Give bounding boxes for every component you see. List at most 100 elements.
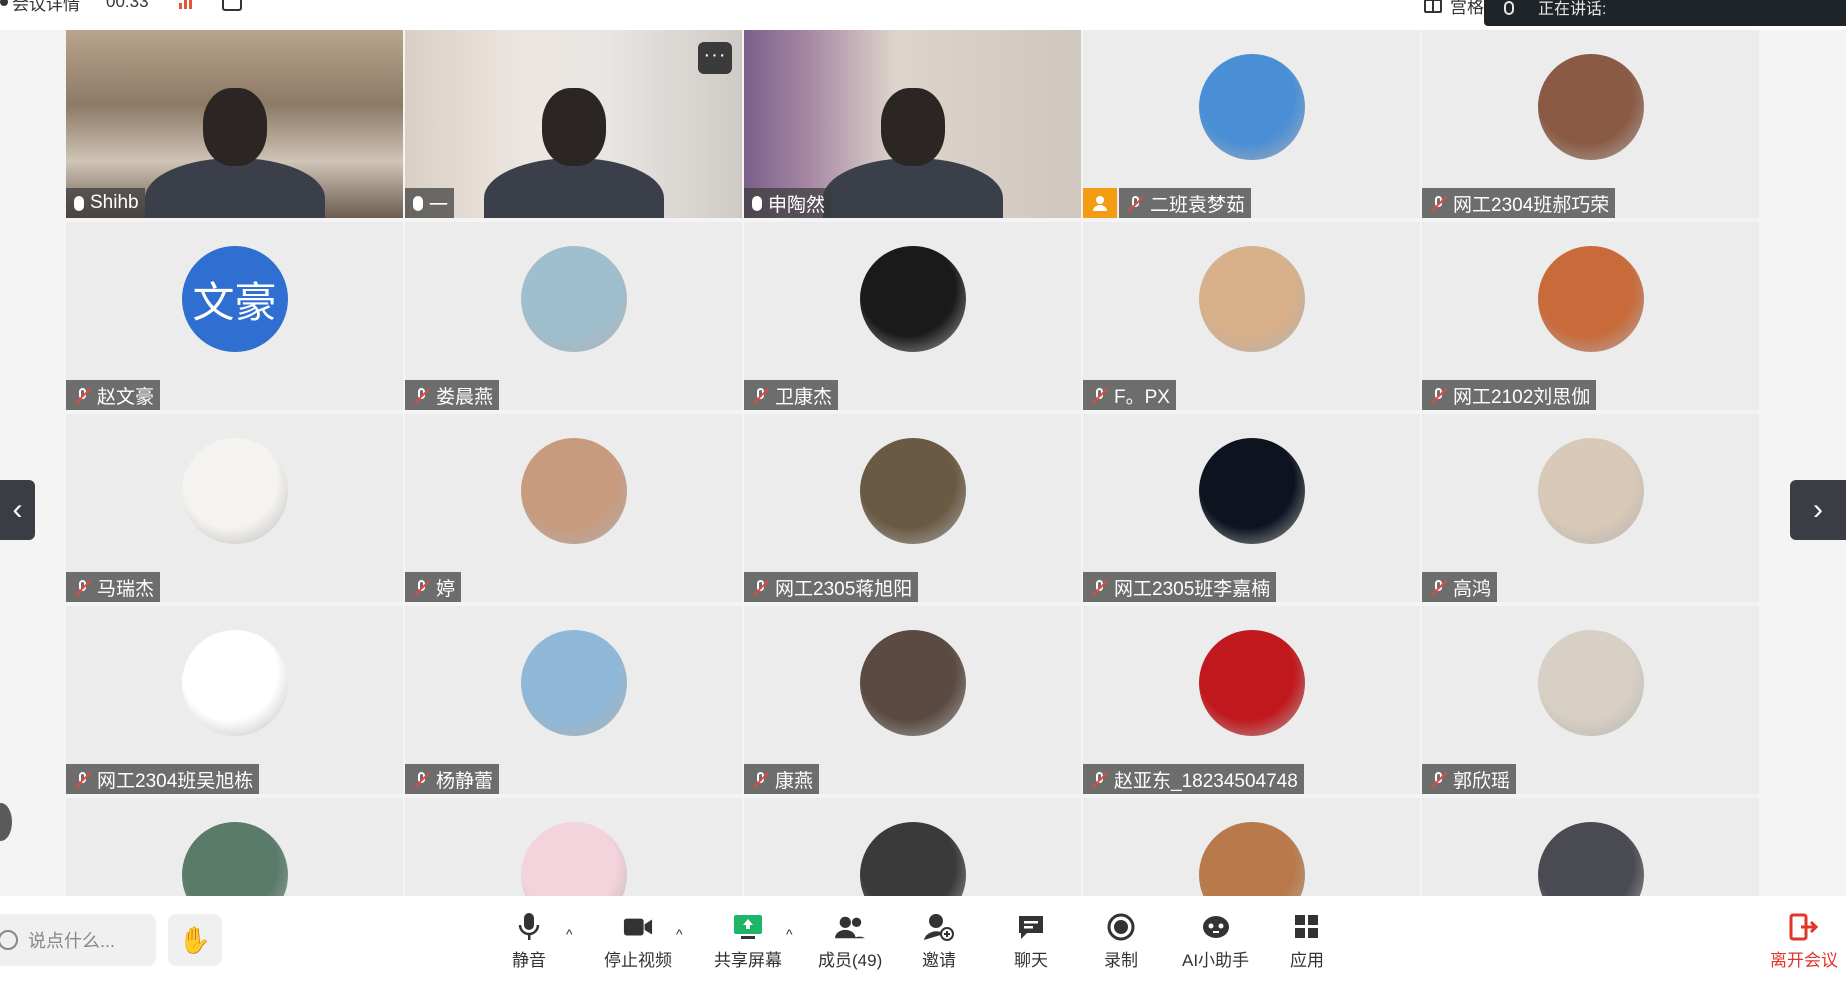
ai-assistant-button[interactable]: AI小助手 bbox=[1182, 912, 1249, 971]
participant-avatar bbox=[1198, 822, 1305, 898]
previous-page-button[interactable]: ‹ bbox=[0, 480, 35, 540]
participant-tile[interactable] bbox=[1083, 798, 1420, 898]
participant-tile[interactable]: 娄晨燕 bbox=[405, 222, 742, 410]
participant-avatar bbox=[859, 246, 966, 352]
floating-handle[interactable] bbox=[0, 803, 12, 841]
emoji-icon[interactable] bbox=[0, 930, 18, 950]
participant-tile[interactable]: 网工2304班吴旭栋 bbox=[66, 606, 403, 794]
view-switch-button[interactable]: 宫格 bbox=[1424, 0, 1484, 18]
microphone-muted-icon bbox=[74, 771, 91, 788]
microphone-muted-icon bbox=[752, 579, 769, 596]
participant-avatar bbox=[520, 630, 627, 736]
participant-name: 网工2102刘思伽 bbox=[1453, 386, 1591, 408]
share-screen-button[interactable]: 共享屏幕 bbox=[714, 912, 782, 971]
participant-name: 赵文豪 bbox=[97, 386, 155, 408]
participant-tile[interactable]: 网工2305班李嘉楠 bbox=[1083, 414, 1420, 602]
participant-name-tag: 赵文豪 bbox=[66, 380, 161, 410]
participant-tile[interactable]: 马瑞杰 bbox=[66, 414, 403, 602]
participant-name: F。PX bbox=[1114, 386, 1170, 408]
microphone-muted-icon bbox=[413, 771, 430, 788]
signal-icon[interactable] bbox=[178, 0, 192, 9]
apps-button[interactable]: 应用 bbox=[1290, 912, 1324, 971]
participant-avatar bbox=[1198, 630, 1305, 736]
share-screen-icon bbox=[733, 912, 763, 942]
microphone-icon bbox=[413, 195, 423, 211]
meeting-timer: 00:33 bbox=[106, 0, 149, 11]
microphone-muted-icon bbox=[1127, 195, 1144, 212]
leave-meeting-button[interactable]: 离开会议 bbox=[1770, 912, 1838, 971]
participant-avatar bbox=[181, 630, 288, 736]
participant-name: 一 bbox=[429, 194, 449, 216]
next-page-button[interactable]: › bbox=[1790, 480, 1846, 540]
participant-name-tag: 高鸿 bbox=[1422, 572, 1498, 602]
chat-quick-input[interactable]: 说点什么... bbox=[0, 914, 156, 966]
members-button[interactable]: 成员(49) bbox=[818, 912, 882, 971]
more-options-button[interactable]: ··· bbox=[698, 42, 732, 74]
person-silhouette bbox=[541, 88, 606, 166]
microphone-icon bbox=[752, 195, 762, 211]
video-options-caret[interactable]: ^ bbox=[676, 926, 683, 942]
participant-tile[interactable]: 卫康杰 bbox=[744, 222, 1081, 410]
participant-name: 康燕 bbox=[775, 770, 814, 792]
participant-tile[interactable]: 杨静蕾 bbox=[405, 606, 742, 794]
participant-tile[interactable] bbox=[66, 798, 403, 898]
participant-tile[interactable] bbox=[405, 798, 742, 898]
participant-name: 网工2305蒋旭阳 bbox=[775, 578, 913, 600]
chevron-left-icon: ‹ bbox=[12, 493, 23, 526]
participant-name-tag: 一 bbox=[405, 188, 455, 218]
participant-tile[interactable]: 高鸿 bbox=[1422, 414, 1759, 602]
camera-icon bbox=[623, 912, 653, 942]
participant-tile[interactable] bbox=[744, 798, 1081, 898]
meeting-info-label: 会议详情 bbox=[12, 0, 80, 14]
stop-video-button[interactable]: 停止视频 bbox=[604, 912, 672, 971]
invite-button[interactable]: 邀请 bbox=[922, 912, 956, 971]
participant-name-tag: 康燕 bbox=[744, 764, 820, 794]
participant-tile[interactable]: 网工2305蒋旭阳 bbox=[744, 414, 1081, 602]
participant-name-tag: 婷 bbox=[405, 572, 462, 602]
participant-tile[interactable]: 文豪 赵文豪 bbox=[66, 222, 403, 410]
microphone-icon bbox=[74, 195, 84, 211]
participant-tile[interactable] bbox=[1422, 798, 1759, 898]
share-options-caret[interactable]: ^ bbox=[786, 926, 793, 942]
participant-tile[interactable]: 申陶然 bbox=[744, 30, 1081, 218]
participant-tile[interactable]: 网工2304班郝巧荣 bbox=[1422, 30, 1759, 218]
raise-hand-button[interactable]: ✋ bbox=[168, 914, 222, 966]
mute-button[interactable]: 静音 bbox=[512, 912, 546, 971]
participant-tile[interactable]: 郭欣瑶 bbox=[1422, 606, 1759, 794]
participant-tile[interactable]: 网工2102刘思伽 bbox=[1422, 222, 1759, 410]
participant-name-tag: 马瑞杰 bbox=[66, 572, 161, 602]
record-button[interactable]: 录制 bbox=[1104, 912, 1138, 971]
participant-tile[interactable]: Shihb bbox=[66, 30, 403, 218]
participant-name: 高鸿 bbox=[1453, 578, 1492, 600]
meeting-info-bar: 会议详情 00:33 bbox=[0, 0, 242, 15]
participant-avatar bbox=[1198, 438, 1305, 544]
participant-tile[interactable]: 康燕 bbox=[744, 606, 1081, 794]
meeting-info-link[interactable]: 会议详情 bbox=[0, 0, 80, 15]
person-body bbox=[144, 158, 325, 218]
participant-name-tag: 卫康杰 bbox=[744, 380, 839, 410]
grid-view-icon bbox=[1424, 0, 1442, 13]
participant-avatar bbox=[1198, 246, 1305, 352]
participant-name-tag: 赵亚东_18234504748 bbox=[1083, 764, 1304, 794]
participant-name: 娄晨燕 bbox=[436, 386, 494, 408]
mute-options-caret[interactable]: ^ bbox=[566, 926, 573, 942]
participant-tile[interactable]: 赵亚东_18234504748 bbox=[1083, 606, 1420, 794]
participant-tile[interactable]: 二班袁梦茹 bbox=[1083, 30, 1420, 218]
stop-video-label: 停止视频 bbox=[604, 951, 672, 970]
members-label: 成员(49) bbox=[818, 951, 883, 970]
view-switch-label: 宫格 bbox=[1450, 0, 1484, 17]
participant-tile[interactable]: 婷 bbox=[405, 414, 742, 602]
chat-button[interactable]: 聊天 bbox=[1014, 912, 1048, 971]
participant-tile[interactable]: ··· 一 bbox=[405, 30, 742, 218]
share-link-icon[interactable] bbox=[221, 0, 242, 11]
participant-avatar bbox=[181, 438, 288, 544]
participant-tile[interactable]: F。PX bbox=[1083, 222, 1420, 410]
microphone-muted-icon bbox=[74, 387, 91, 404]
ai-robot-icon bbox=[1201, 912, 1231, 942]
microphone-muted-icon bbox=[752, 387, 769, 404]
participant-name: 卫康杰 bbox=[775, 386, 833, 408]
participant-name-tag: F。PX bbox=[1083, 380, 1176, 410]
participant-avatar bbox=[1537, 54, 1644, 160]
record-icon bbox=[1106, 912, 1136, 942]
apps-label: 应用 bbox=[1290, 951, 1324, 970]
